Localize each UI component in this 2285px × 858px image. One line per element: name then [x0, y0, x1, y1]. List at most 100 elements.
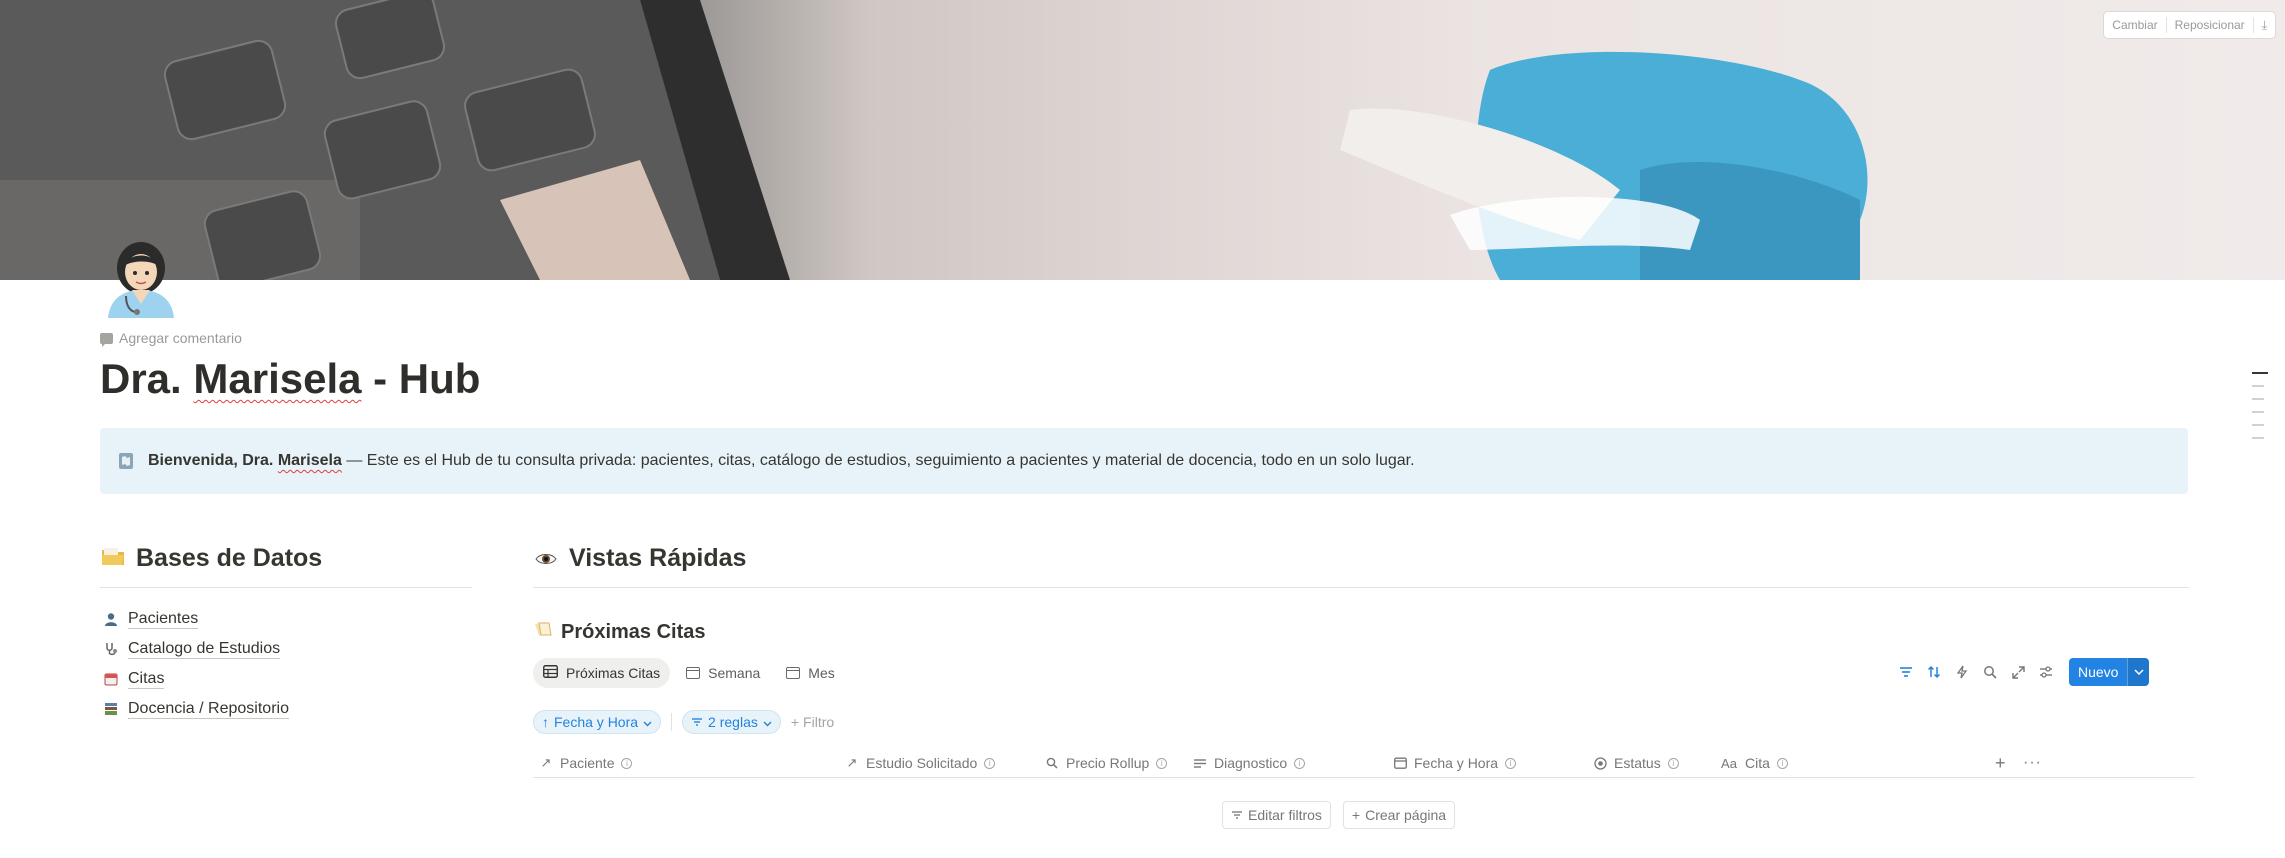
chevron-down-icon — [763, 714, 772, 730]
sort-pill-label: Fecha y Hora — [554, 714, 639, 730]
column-header-cita[interactable]: Aa Cita i — [1720, 748, 1788, 778]
search-icon[interactable] — [1981, 663, 1999, 681]
sort-pill[interactable]: ↑ Fecha y Hora — [533, 710, 662, 734]
callout-text: Bienvenida, Dra. Marisela — Este es el H… — [148, 452, 1415, 470]
create-page-label: Crear página — [1365, 807, 1447, 823]
reposition-cover-button[interactable]: Reposicionar — [2167, 12, 2253, 38]
column-label: Estudio Solicitado — [866, 755, 978, 771]
database-title-label: Próximas Citas — [561, 620, 706, 643]
db-item-catalogo-de-estudios[interactable]: Catalogo de Estudios — [104, 634, 289, 664]
calendar-icon — [1393, 756, 1407, 770]
column-header-estatus[interactable]: Estatus i — [1593, 748, 1679, 778]
tab-semana[interactable]: Semana — [676, 658, 770, 688]
filter-icon[interactable] — [1897, 663, 1915, 681]
chevron-down-icon — [643, 714, 652, 730]
quick-views-heading[interactable]: Vistas Rápidas — [533, 544, 746, 573]
eye-icon — [533, 546, 559, 572]
add-filter-label: Filtro — [803, 714, 835, 730]
info-icon[interactable]: i — [1776, 757, 1788, 769]
page-title[interactable]: Dra. Marisela - Hub — [100, 355, 480, 403]
books-icon — [104, 702, 118, 716]
relation-arrow-icon: ↗ — [540, 755, 552, 770]
column-header-estudio-solicitado[interactable]: ↗ Estudio Solicitado i — [845, 748, 996, 778]
welcome-callout[interactable]: Bienvenida, Dra. Marisela — Este es el H… — [100, 428, 2188, 494]
filter-divider — [671, 713, 673, 731]
toc-line[interactable] — [2252, 372, 2268, 374]
sort-icon[interactable] — [1925, 663, 1943, 681]
relation-arrow-icon: ↗ — [846, 755, 858, 770]
toc-line[interactable] — [2252, 411, 2264, 413]
column-header-fecha-y-hora[interactable]: Fecha y Hora i — [1393, 748, 1517, 778]
edit-filters-label: Editar filtros — [1248, 807, 1322, 823]
stethoscope-icon — [104, 642, 118, 656]
toc-line[interactable] — [2252, 424, 2264, 426]
add-comment-button[interactable]: Agregar comentario — [100, 330, 242, 347]
expand-icon[interactable] — [2009, 663, 2027, 681]
column-label: Precio Rollup — [1066, 755, 1150, 771]
new-record-button[interactable]: Nuevo — [2069, 658, 2150, 686]
toc-line[interactable] — [2252, 385, 2264, 387]
info-icon[interactable]: i — [1667, 757, 1679, 769]
quick-views-heading-label: Vistas Rápidas — [569, 544, 747, 572]
create-page-button[interactable]: + Crear página — [1342, 801, 1456, 829]
info-icon[interactable]: i — [984, 757, 996, 769]
tab-proximas-citas[interactable]: Próximas Citas — [533, 658, 671, 688]
info-icon[interactable]: i — [1505, 757, 1517, 769]
tab-label: Mes — [808, 665, 835, 681]
add-column-icon[interactable]: + — [1995, 748, 2006, 778]
table-icon — [543, 665, 558, 681]
change-cover-button[interactable]: Cambiar — [2104, 12, 2165, 38]
new-record-label: Nuevo — [2069, 658, 2128, 686]
info-icon[interactable]: i — [1294, 757, 1306, 769]
calendar-icon — [686, 667, 701, 679]
quick-views-divider — [533, 587, 2189, 588]
comment-icon — [100, 332, 113, 347]
db-item-label: Docencia / Repositorio — [128, 700, 289, 719]
db-item-pacientes[interactable]: Pacientes — [104, 604, 289, 634]
download-icon[interactable]: ⤓ — [2254, 12, 2275, 38]
column-header-diagnostico[interactable]: Diagnostico i — [1193, 748, 1306, 778]
view-tabs: Próximas Citas Semana Mes — [533, 658, 845, 688]
arrow-up-icon: ↑ — [542, 714, 549, 730]
automation-bolt-icon[interactable] — [1953, 663, 1971, 681]
filter-bar: ↑ Fecha y Hora 2 reglas + Filtro — [533, 710, 834, 734]
folder-icon — [100, 546, 126, 572]
databases-divider — [100, 587, 472, 588]
db-item-docencia-repositorio[interactable]: Docencia / Repositorio — [104, 694, 289, 724]
page-title-prefix: Dra. — [100, 355, 182, 402]
info-icon[interactable]: i — [621, 757, 633, 769]
more-options-icon[interactable]: ··· — [2023, 748, 2042, 778]
map-icon — [118, 452, 134, 470]
column-label: Cita — [1745, 755, 1770, 771]
databases-list: Pacientes Catalogo de Estudios Citas Doc… — [104, 604, 289, 724]
tab-label: Próximas Citas — [566, 665, 661, 681]
chevron-down-icon[interactable] — [2127, 658, 2150, 686]
toc-line[interactable] — [2252, 437, 2264, 439]
plus-icon: + — [1351, 807, 1361, 823]
db-item-citas[interactable]: Citas — [104, 664, 289, 694]
toc-line[interactable] — [2252, 398, 2264, 400]
database-title[interactable]: Próximas Citas — [533, 620, 706, 644]
doctor-woman-icon[interactable] — [102, 238, 180, 318]
databases-heading-label: Bases de Datos — [136, 544, 323, 572]
add-filter-button[interactable]: + Filtro — [791, 714, 834, 730]
search-icon — [1045, 756, 1059, 770]
table-header: ↗ Paciente i ↗ Estudio Solicitado i Prec… — [533, 748, 2195, 778]
rules-pill[interactable]: 2 reglas — [682, 710, 781, 734]
settings-sliders-icon[interactable] — [2037, 663, 2055, 681]
column-label: Paciente — [560, 755, 615, 771]
text-lines-icon — [1193, 756, 1207, 770]
column-header-precio-rollup[interactable]: Precio Rollup i — [1045, 748, 1168, 778]
column-label: Fecha y Hora — [1414, 755, 1499, 771]
databases-heading[interactable]: Bases de Datos — [100, 544, 322, 573]
edit-filters-button[interactable]: Editar filtros — [1222, 801, 1331, 829]
table-of-contents-minimap[interactable] — [2252, 372, 2268, 450]
db-item-label: Catalogo de Estudios — [128, 640, 281, 659]
callout-bold-prefix: Bienvenida, Dra. — [148, 452, 274, 469]
info-icon[interactable]: i — [1156, 757, 1168, 769]
tab-mes[interactable]: Mes — [776, 658, 844, 688]
column-header-paciente[interactable]: ↗ Paciente i — [539, 748, 633, 778]
database-toolbar: Nuevo — [1897, 658, 2150, 686]
column-label: Diagnostico — [1214, 755, 1288, 771]
tab-label: Semana — [708, 665, 761, 681]
